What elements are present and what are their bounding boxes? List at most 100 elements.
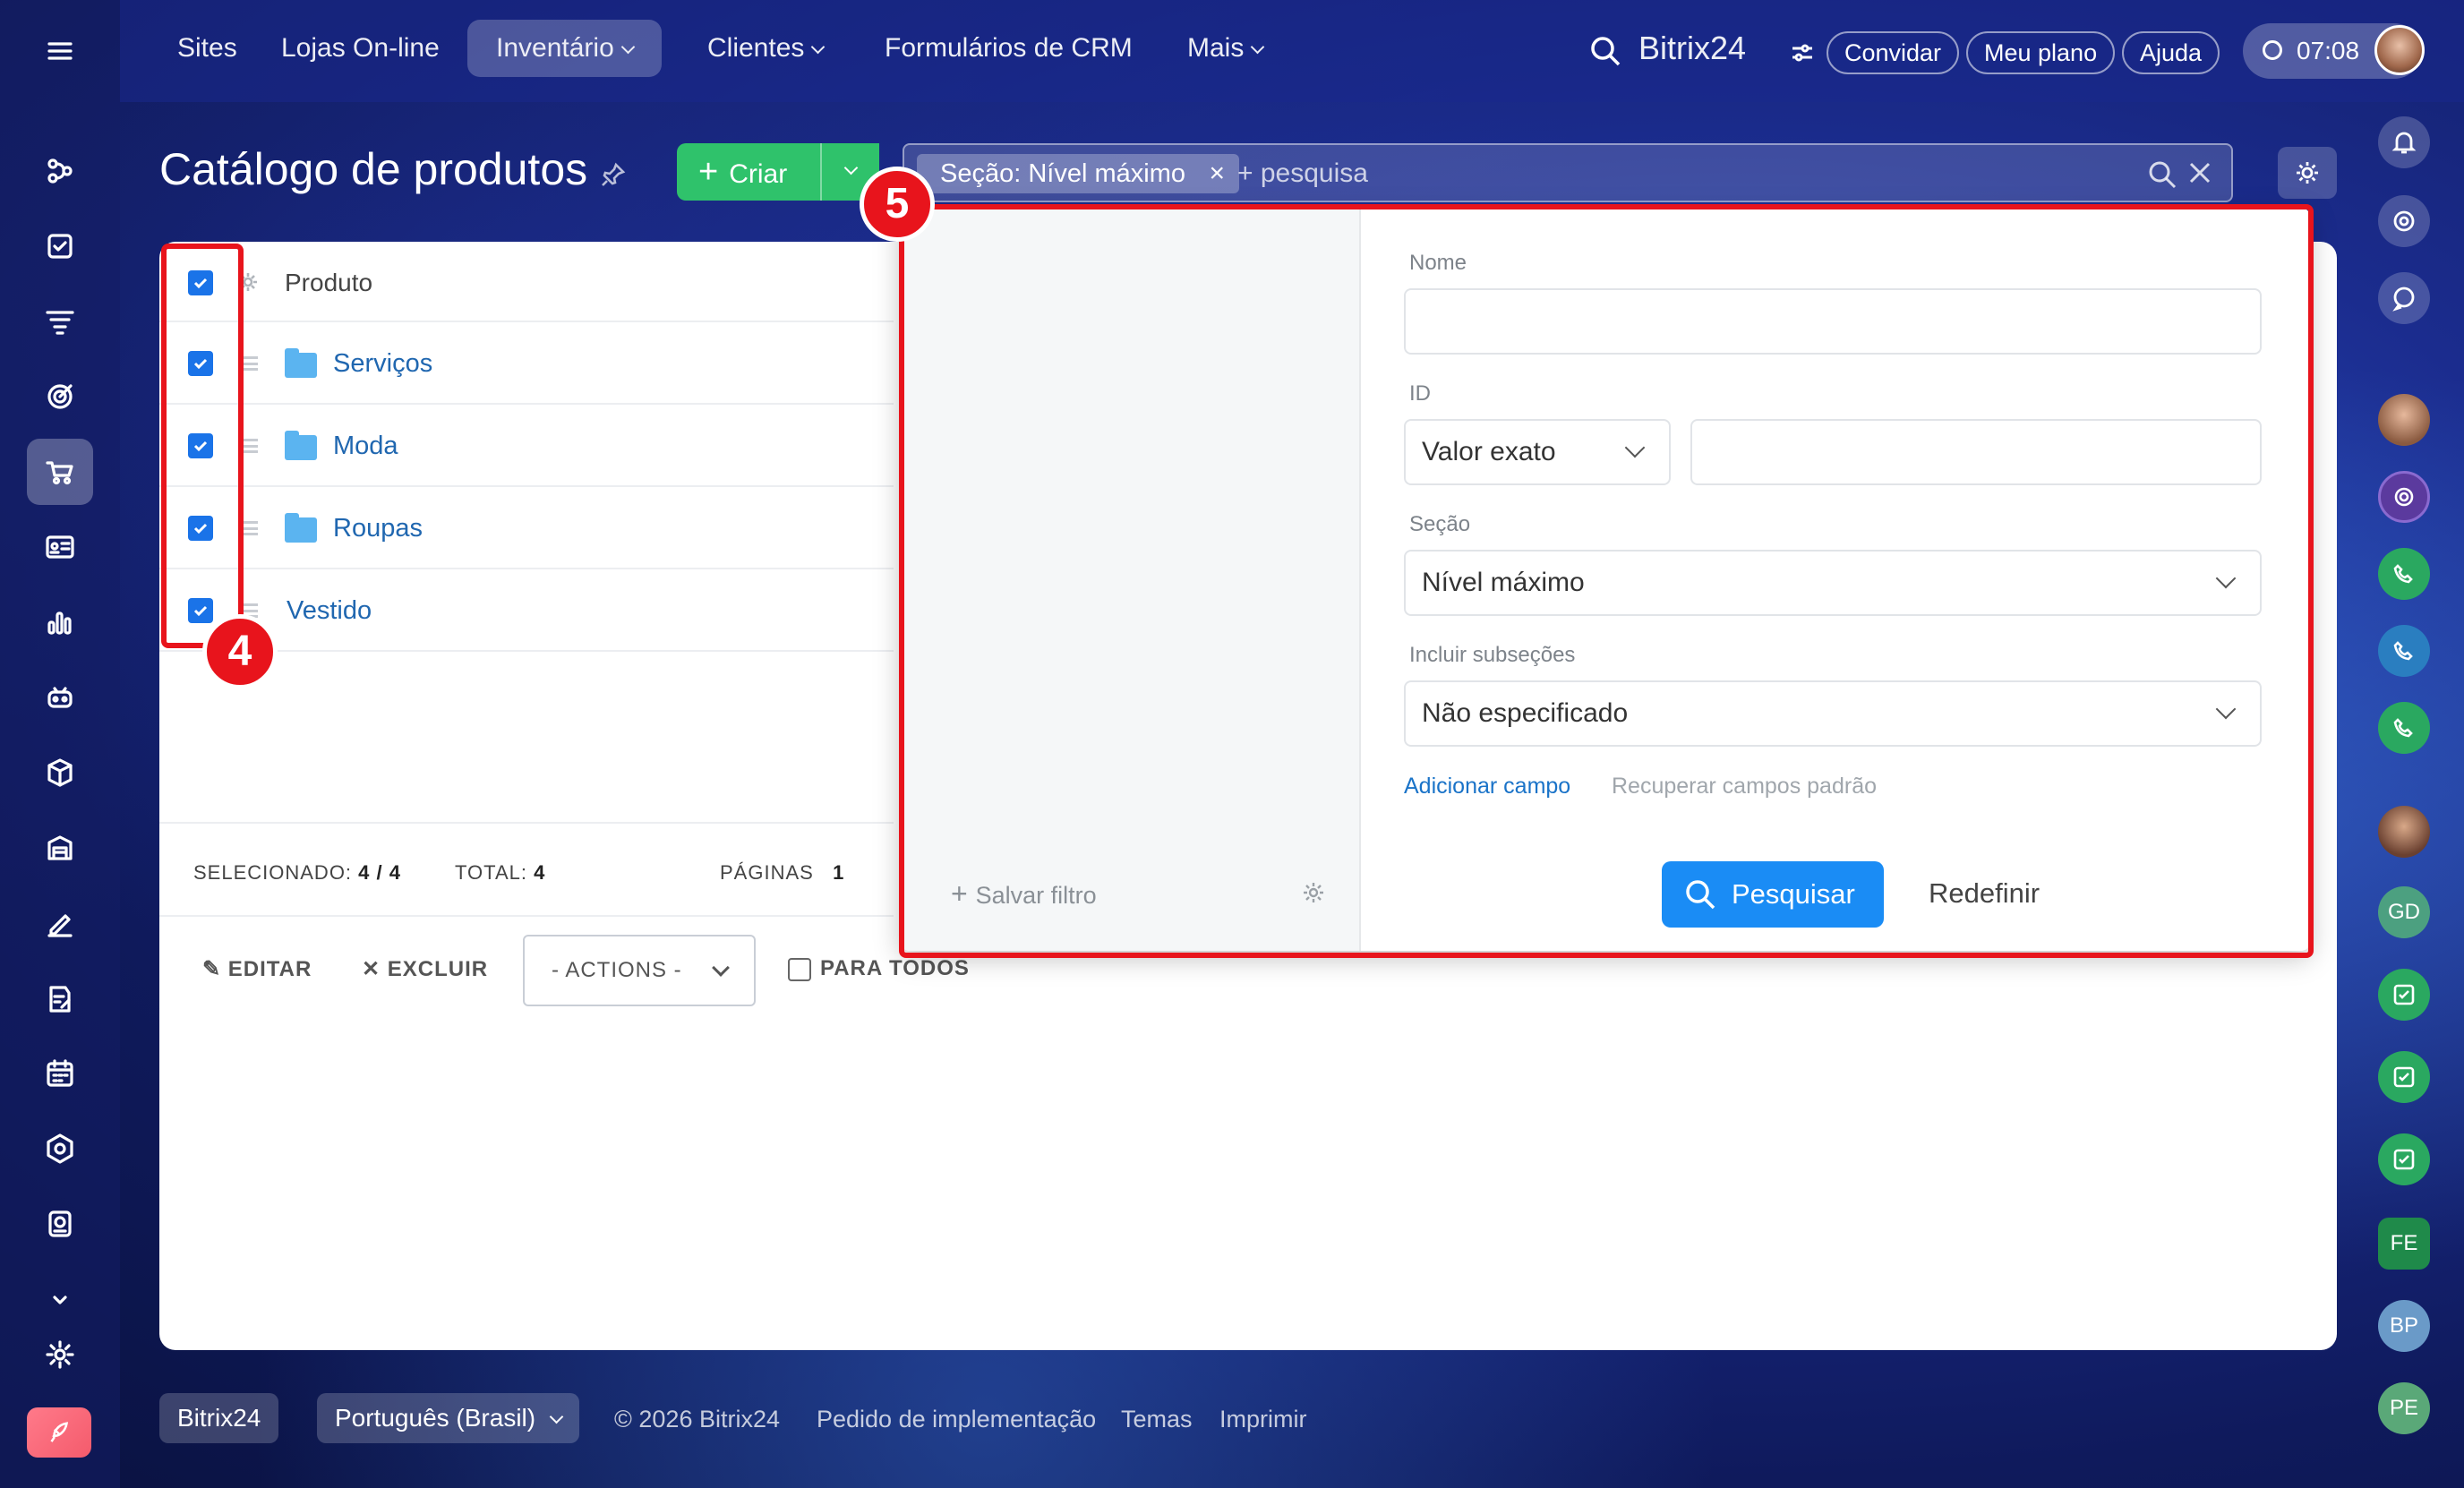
clock-icon — [2263, 40, 2282, 60]
analytics-icon[interactable] — [27, 589, 93, 655]
phone-icon[interactable] — [2378, 702, 2430, 754]
delete-action[interactable]: ✕ EXCLUIR — [362, 956, 488, 982]
right-sidebar: GD FE BP PE — [2339, 102, 2464, 1488]
nav-inventory[interactable]: Inventário — [467, 20, 662, 77]
brand-logo[interactable]: Bitrix24 — [1638, 20, 1746, 77]
chevron-down-icon — [549, 1409, 564, 1424]
close-icon[interactable]: × — [1209, 154, 1225, 193]
funnel-icon[interactable] — [27, 288, 93, 355]
top-navigation: Sites Lojas On-line Inventário Clientes … — [120, 0, 2464, 102]
total-value: 4 — [534, 861, 546, 884]
sliders-icon[interactable] — [1789, 39, 1816, 71]
contact-initials[interactable]: BP — [2378, 1300, 2430, 1352]
nav-more[interactable]: Mais — [1187, 20, 1265, 77]
table-row[interactable]: Serviços — [159, 322, 894, 405]
footer-brand[interactable]: Bitrix24 — [159, 1393, 279, 1443]
hexagon-icon[interactable] — [27, 1116, 93, 1182]
contact-avatar[interactable] — [2378, 394, 2430, 446]
contact-avatar[interactable] — [2378, 806, 2430, 858]
nav-crm-forms[interactable]: Formulários de CRM — [885, 20, 1133, 77]
actions-select[interactable]: - ACTIONS - — [523, 935, 756, 1006]
filter-tag-label: Seção: Nível máximo — [940, 159, 1185, 188]
edit-action[interactable]: ✎ EDITAR — [202, 956, 312, 982]
row-label[interactable]: Roupas — [333, 514, 423, 543]
nav-clients[interactable]: Clientes — [707, 20, 826, 77]
contact-initials[interactable]: GD — [2378, 886, 2430, 938]
pin-icon[interactable] — [600, 161, 627, 188]
footer-implementation-link[interactable]: Pedido de implementação — [817, 1406, 1096, 1433]
bell-icon[interactable] — [2378, 116, 2430, 168]
chevron-down-icon — [811, 39, 826, 55]
folder-icon — [285, 348, 317, 378]
grid-settings-icon[interactable] — [2278, 147, 2337, 199]
highlight-filter — [899, 204, 2314, 958]
folder-icon — [285, 513, 317, 543]
menu-icon[interactable] — [27, 18, 93, 84]
user-avatar[interactable] — [2374, 25, 2425, 75]
contact-initials[interactable]: PE — [2378, 1382, 2430, 1434]
my-plan-button[interactable]: Meu plano — [1966, 31, 2116, 74]
close-icon: ✕ — [362, 957, 388, 981]
table-row[interactable]: Moda — [159, 405, 894, 487]
search-icon[interactable] — [2147, 159, 2177, 194]
contact-card-icon[interactable] — [27, 514, 93, 580]
total-label: TOTAL: — [455, 861, 527, 884]
filter-tag[interactable]: Seção: Nível máximo × — [917, 154, 1239, 193]
nav-more-label: Mais — [1187, 33, 1245, 63]
task-icon[interactable] — [2378, 1051, 2430, 1103]
document-edit-icon[interactable] — [27, 965, 93, 1031]
row-label[interactable]: Moda — [333, 432, 398, 461]
phone-icon[interactable] — [2378, 625, 2430, 677]
step-badge-5: 5 — [860, 167, 935, 242]
clear-icon[interactable] — [2186, 159, 2213, 191]
tasks-icon[interactable] — [27, 213, 93, 279]
edit-label: EDITAR — [227, 957, 312, 981]
chevron-down-icon — [712, 959, 730, 977]
grid-footer: SELECIONADO: 4 / 4 TOTAL: 4 PÁGINAS 1 — [159, 822, 894, 917]
help-button[interactable]: Ajuda — [2122, 31, 2220, 74]
open-channel-icon[interactable] — [2378, 471, 2430, 523]
pages-value: 1 — [833, 861, 845, 884]
nav-clients-label: Clientes — [707, 33, 805, 63]
crm-icon[interactable] — [27, 138, 93, 204]
for-all-label: PARA TODOS — [820, 956, 970, 980]
task-icon[interactable] — [2378, 1133, 2430, 1185]
footer-print-link[interactable]: Imprimir — [1219, 1406, 1306, 1433]
search-input[interactable]: + pesquisa — [1237, 156, 1368, 192]
highlight-checkboxes — [161, 244, 244, 648]
market-icon[interactable] — [27, 1191, 93, 1257]
nav-sites[interactable]: Sites — [177, 20, 237, 77]
task-icon[interactable] — [2378, 969, 2430, 1021]
footer-copyright: © 2026 Bitrix24 — [614, 1406, 780, 1432]
for-all-checkbox[interactable] — [788, 958, 811, 981]
calendar-icon[interactable] — [27, 1040, 93, 1107]
footer-themes-link[interactable]: Temas — [1121, 1406, 1193, 1433]
contact-initials[interactable]: FE — [2378, 1218, 2430, 1270]
pencil-icon: ✎ — [202, 957, 228, 981]
language-value: Português (Brasil) — [335, 1404, 536, 1432]
column-header-product[interactable]: Produto — [285, 269, 372, 297]
copilot-icon[interactable] — [2378, 195, 2430, 247]
invite-button[interactable]: Convidar — [1827, 31, 1960, 74]
nav-online-stores[interactable]: Lojas On-line — [281, 20, 440, 77]
sign-icon[interactable] — [27, 890, 93, 956]
phone-icon[interactable] — [2378, 548, 2430, 600]
language-select[interactable]: Português (Brasil) — [317, 1393, 579, 1443]
pages-count: PÁGINAS 1 — [720, 861, 844, 885]
chat-icon[interactable] — [2378, 272, 2430, 324]
target-icon[interactable] — [27, 363, 93, 430]
table-row[interactable]: Roupas — [159, 487, 894, 569]
settings-icon[interactable] — [27, 1321, 93, 1388]
warehouse-icon[interactable] — [27, 815, 93, 881]
search-icon[interactable] — [1588, 34, 1622, 73]
cart-icon[interactable] — [27, 439, 93, 505]
delete-label: EXCLUIR — [387, 957, 489, 981]
box-icon[interactable] — [27, 740, 93, 806]
row-label[interactable]: Vestido — [287, 596, 372, 626]
filter-search-bar[interactable]: Seção: Nível máximo × + pesquisa — [903, 143, 2233, 202]
rocket-icon[interactable] — [27, 1407, 91, 1458]
robot-icon[interactable] — [27, 664, 93, 731]
row-label[interactable]: Serviços — [333, 349, 432, 379]
left-sidebar — [0, 0, 120, 1488]
nav-inventory-label: Inventário — [496, 33, 614, 63]
